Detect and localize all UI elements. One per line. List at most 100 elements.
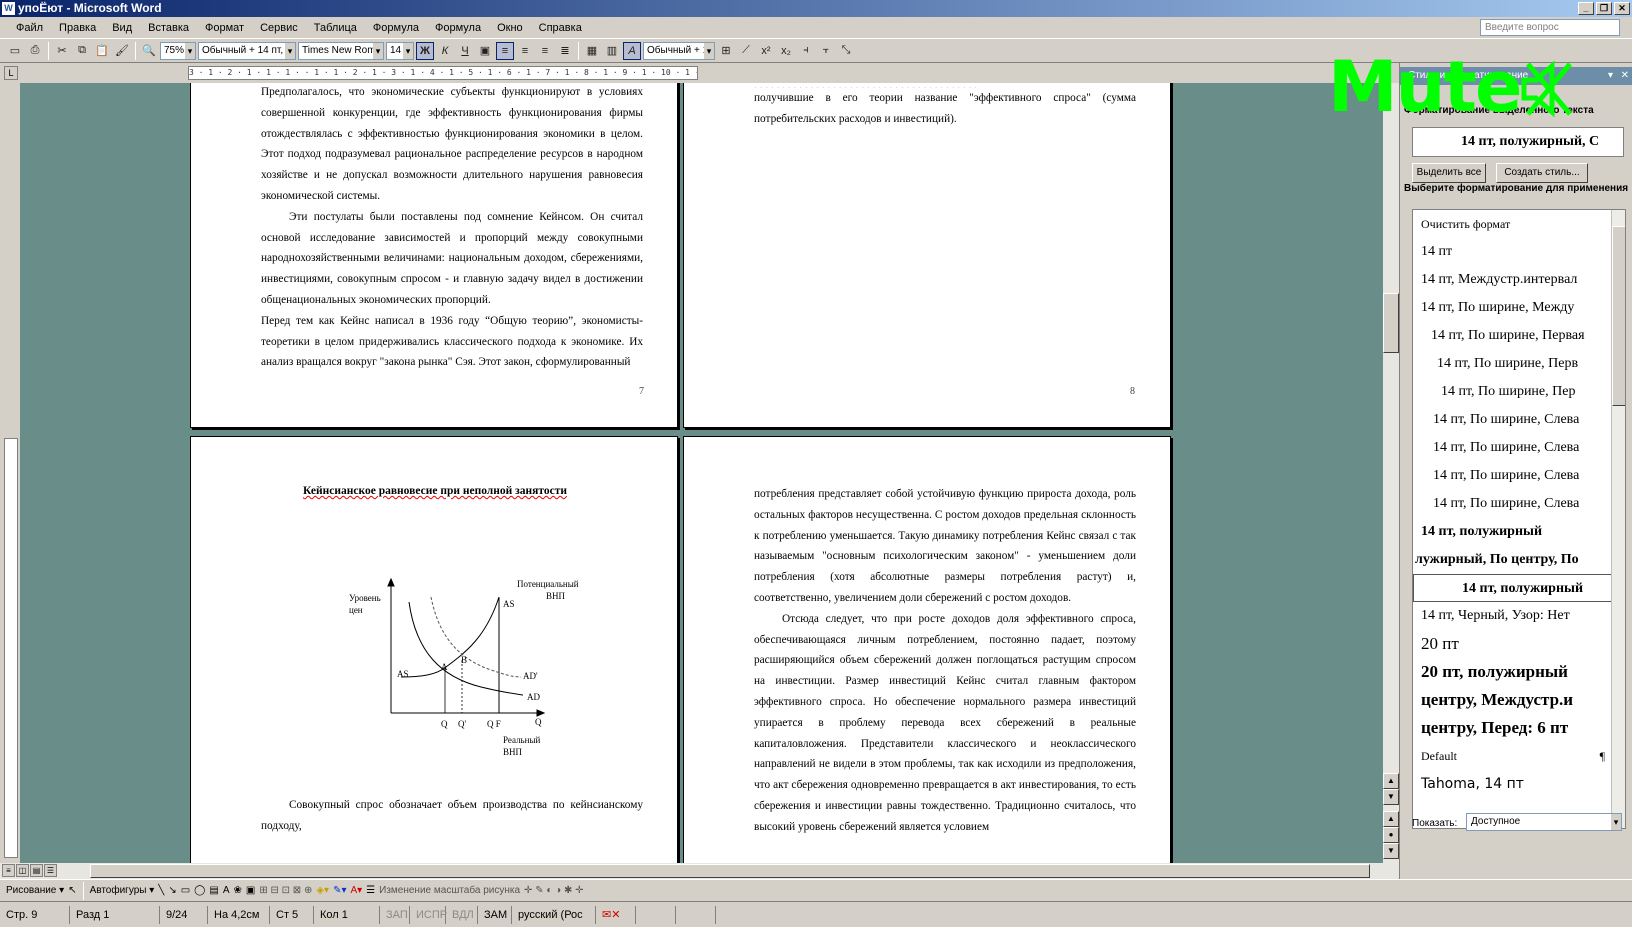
format-item-bold[interactable]: 20 пт, полужирный [1413,658,1625,686]
menu-formula-2[interactable]: Формула [427,22,489,34]
format-item-bold[interactable]: лужирный, По центру, По [1413,546,1625,574]
scrollbar-thumb[interactable] [1383,293,1399,353]
menu-window[interactable]: Окно [489,22,531,34]
columns-icon[interactable]: ▥ [603,42,621,60]
menu-table[interactable]: Таблица [306,22,365,34]
picture-icon[interactable]: ▣ [476,42,494,60]
autoshapes-menu[interactable]: Автофигуры ▾ [90,885,155,896]
zoom-select[interactable]: 75% [160,41,196,60]
minimize-button[interactable]: _ [1578,2,1594,15]
prev-page-icon[interactable]: ▲ [1383,811,1399,827]
align-right-icon[interactable]: ≡ [536,42,554,60]
table-icon[interactable]: ▦ [583,42,601,60]
document-area[interactable]: Предполагалось, что экономические субъек… [20,83,1383,863]
new-style-button[interactable]: Создать стиль... [1496,163,1588,183]
arrow-tool-icon[interactable]: ↘ [168,885,176,896]
resize-icon[interactable]: ⤡ [837,42,855,60]
menu-insert[interactable]: Вставка [140,22,197,34]
format-item-bold[interactable]: центру, Перед: 6 пт [1413,714,1625,742]
outline-view-icon[interactable]: ☰ [44,864,57,877]
font-select[interactable]: Times New Roman [298,41,384,60]
format-item[interactable]: 14 пт, По ширине, Перв [1413,350,1625,378]
print-preview-icon[interactable]: ⎙ [26,42,44,60]
close-icon[interactable]: ✕ [1621,67,1629,85]
page-8[interactable]: . . . . . . . . . . . . . . . . . . . . … [683,83,1171,428]
oval-tool-icon[interactable]: ◯ [194,885,205,896]
line-tool-icon[interactable]: ╲ [158,885,164,896]
format-item[interactable]: 14 пт, По ширине, Слева [1413,434,1625,462]
print-view-icon[interactable]: ▤ [30,864,43,877]
select-objects-icon[interactable]: ↖ [68,885,76,896]
paste-icon[interactable]: 📋 [93,42,111,60]
next-page-icon[interactable]: ▼ [1383,843,1399,859]
menu-view[interactable]: Вид [104,22,140,34]
italic-button[interactable]: К [436,42,454,60]
superscript-icon[interactable]: x² [757,42,775,60]
image-icon[interactable]: ▣ [246,885,255,896]
clipart-icon[interactable]: ❀ [233,885,241,896]
style-select[interactable]: Обычный + 14 пт, по... [198,41,296,60]
draw-menu[interactable]: Рисование ▾ [6,885,64,896]
align-top-icon[interactable]: ⫞ [797,42,815,60]
style2-select[interactable]: Обычный + 14 [643,41,715,60]
format-item[interactable]: 14 пт, По ширине, Слева [1413,462,1625,490]
align-middle-icon[interactable]: ⫟ [817,42,835,60]
textbox-tool-icon[interactable]: ▤ [209,885,218,896]
status-track[interactable]: ИСПР [410,905,447,924]
underline-button[interactable]: Ч [456,42,474,60]
vertical-scrollbar[interactable]: ▲ ▼ ▲ ● ▼ [1383,83,1399,863]
menu-edit[interactable]: Правка [51,22,104,34]
format-item[interactable]: 14 пт, По ширине, Слева [1413,406,1625,434]
format-item-bold[interactable]: центру, Междустр.и [1413,686,1625,714]
align-center-icon[interactable]: ≡ [516,42,534,60]
status-overtype[interactable]: ЗАМ [478,905,512,924]
wordart-icon[interactable]: A [223,885,230,896]
font-size-select[interactable]: 14 [386,41,414,60]
scroll-down-icon[interactable]: ▼ [1383,789,1399,805]
restore-button[interactable]: ❐ [1596,2,1612,15]
tab-selector[interactable]: L [4,66,18,80]
menu-formula-1[interactable]: Формула [365,22,427,34]
format-item[interactable]: 14 пт, Черный, Узор: Нет [1413,602,1625,630]
menu-file[interactable]: Файл [8,22,51,34]
hscroll-thumb[interactable] [90,864,1370,878]
spelling-status-icon[interactable]: ✉✕ [596,905,636,924]
format-painter-icon[interactable]: 🖌 [113,42,131,60]
ask-question-input[interactable]: Введите вопрос [1480,19,1620,36]
new-document-icon[interactable]: ▭ [6,42,24,60]
group-icon[interactable]: ⊞ ⊟ ⊡ ⊠ ⊕ [259,885,312,896]
list-scroll-thumb[interactable] [1612,226,1625,406]
font-color-icon[interactable]: A▾ [350,885,362,896]
subscript-icon[interactable]: x₂ [777,42,795,60]
line-icon[interactable]: ⟋ [737,42,755,60]
line-color-icon[interactable]: ✎▾ [333,885,346,896]
page-7[interactable]: Предполагалось, что экономические субъек… [190,83,678,428]
menu-tools[interactable]: Сервис [252,22,306,34]
justify-icon[interactable]: ≣ [556,42,574,60]
status-rec[interactable]: ЗАП [380,905,410,924]
vertical-ruler-scale[interactable] [4,438,18,858]
format-item[interactable]: Tahoma, 14 пт [1413,770,1625,798]
show-select[interactable]: Доступное [1466,813,1622,831]
ruler-scale[interactable]: 3 · 1 · 2 · 1 · 1 · 1 · · 1 · 1 · 2 · 1 … [188,66,698,80]
chevron-down-icon[interactable]: ▾ [1608,67,1613,85]
styles-pane-icon[interactable]: A [623,41,641,60]
menu-format[interactable]: Формат [197,22,252,34]
close-button[interactable]: ✕ [1614,2,1630,15]
format-item[interactable]: 14 пт, По ширине, Первая [1413,322,1625,350]
rectangle-tool-icon[interactable]: ▭ [181,885,190,896]
format-item[interactable]: 14 пт, По ширине, Слева [1413,490,1625,518]
list-scrollbar[interactable] [1611,210,1625,828]
formatting-list[interactable]: Очистить формат 14 пт 14 пт, Междустр.ин… [1412,209,1626,829]
current-format-box[interactable]: 14 пт, полужирный, С [1412,127,1624,157]
normal-view-icon[interactable]: ≡ [2,864,15,877]
picture-tools-icons[interactable]: ✛ ✎ ◐ ◑ ✱ ✛ [524,885,584,896]
format-item-clear[interactable]: Очистить формат [1413,210,1625,238]
cut-icon[interactable]: ✂ [53,42,71,60]
format-item[interactable]: 14 пт [1413,238,1625,266]
line-style-icon[interactable]: ☰ [366,885,375,896]
format-item-default[interactable]: Default ¶ [1413,742,1625,770]
menu-help[interactable]: Справка [531,22,590,34]
page-10[interactable]: потребления представляет собой устойчиву… [683,436,1171,863]
web-view-icon[interactable]: ◫ [16,864,29,877]
